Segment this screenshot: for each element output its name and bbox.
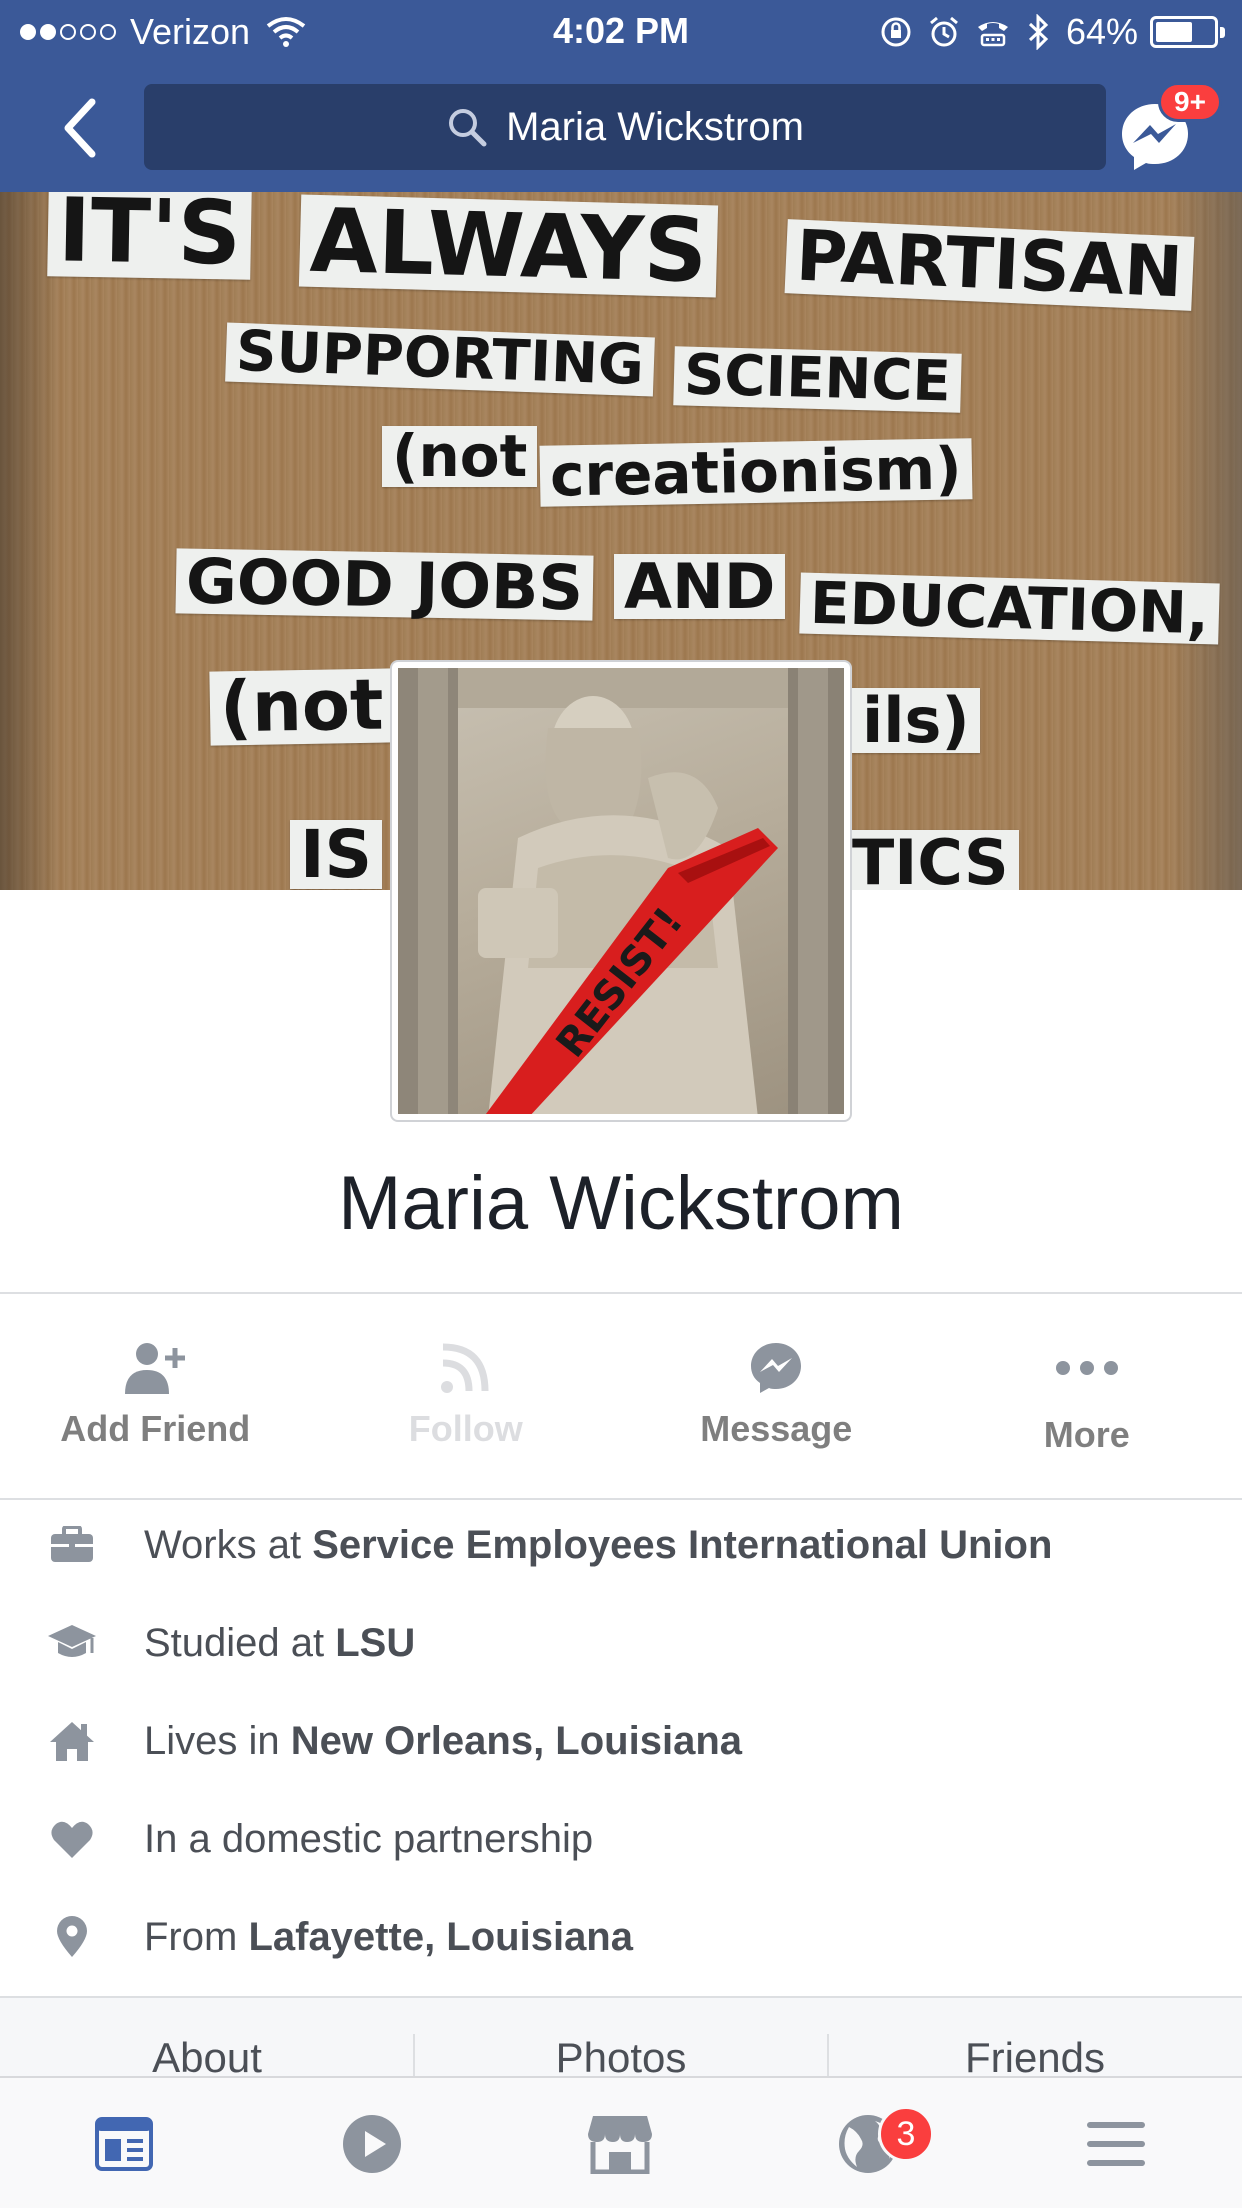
messenger-button[interactable]: 9+ (1118, 82, 1222, 176)
menu-icon (1087, 2122, 1145, 2166)
nav-bar: Maria Wickstrom 9+ (0, 64, 1242, 192)
notifications-badge: 3 (878, 2106, 934, 2162)
intro-work-text: Works at Service Employees International… (144, 1522, 1053, 1567)
intro-hometown-text: From Lafayette, Louisiana (144, 1914, 633, 1959)
sign-word: SUPPORTING (225, 319, 655, 398)
tab-photos[interactable]: Photos (414, 2034, 828, 2076)
tab-menu[interactable] (992, 2078, 1240, 2208)
tab-about[interactable]: About (0, 2034, 414, 2076)
intro-hometown[interactable]: From Lafayette, Louisiana (0, 1892, 1242, 1982)
chevron-left-icon (64, 98, 96, 158)
add-friend-icon (0, 1338, 311, 1398)
sign-word: ALWAYS (298, 192, 719, 302)
tab-video[interactable] (248, 2078, 496, 2208)
follow-label: Follow (408, 1408, 523, 1449)
message-label: Message (700, 1408, 853, 1449)
tab-marketplace[interactable] (496, 2078, 744, 2208)
intro-residence[interactable]: Lives in New Orleans, Louisiana (0, 1696, 1242, 1786)
alarm-icon (929, 16, 958, 47)
follow-button[interactable]: Follow (311, 1296, 622, 1498)
sign-word: AND (614, 554, 786, 619)
sign-word: IS (290, 820, 383, 889)
battery-level (1156, 22, 1192, 42)
news-feed-icon (95, 2117, 153, 2171)
status-bar: Verizon 4:02 PM 64% (0, 0, 1242, 64)
orientation-lock-icon (881, 17, 911, 47)
graduation-cap-icon (42, 1613, 102, 1673)
messenger-icon (621, 1338, 932, 1398)
intro-residence-text: Lives in New Orleans, Louisiana (144, 1718, 742, 1763)
top-header: Verizon 4:02 PM 64% Maria Wickstrom 9+ (0, 0, 1242, 192)
sign-word: (not (209, 664, 395, 748)
messenger-badge: 9+ (1158, 82, 1222, 122)
divider (0, 1292, 1242, 1294)
statue-illustration: RESIST! (398, 668, 844, 1114)
tab-notifications[interactable]: 3 (744, 2078, 992, 2208)
tty-icon (977, 22, 1008, 47)
search-input[interactable]: Maria Wickstrom (144, 84, 1106, 170)
status-right: 64% (864, 10, 1225, 54)
location-pin-icon (42, 1907, 102, 1967)
home-icon (42, 1711, 102, 1771)
marketplace-icon (588, 2116, 652, 2174)
search-text: Maria Wickstrom (506, 104, 804, 149)
sign-word: ils) (852, 688, 980, 753)
add-friend-button[interactable]: Add Friend (0, 1296, 311, 1498)
intro-education[interactable]: Studied at LSU (0, 1598, 1242, 1688)
sign-word: TICS (842, 830, 1019, 890)
profile-name: Maria Wickstrom (338, 1161, 904, 1246)
intro-relationship-text: In a domestic partnership (144, 1816, 594, 1861)
intro-relationship[interactable]: In a domestic partnership (0, 1794, 1242, 1884)
heart-icon (42, 1809, 102, 1869)
back-button[interactable] (40, 88, 120, 168)
intro-work[interactable]: Works at Service Employees International… (0, 1500, 1242, 1590)
sign-word: creationism) (539, 434, 973, 510)
profile-actions: Add Friend Follow Message More (0, 1296, 1242, 1498)
sign-word: SCIENCE (673, 343, 962, 414)
follow-rss-icon (311, 1338, 622, 1398)
add-friend-label: Add Friend (60, 1408, 251, 1449)
sign-word: IT'S (47, 192, 252, 285)
briefcase-icon (42, 1515, 102, 1575)
video-icon (343, 2115, 401, 2173)
bottom-tab-bar: 3 (0, 2076, 1242, 2208)
tab-friends[interactable]: Friends (828, 2034, 1242, 2076)
battery-percent: 64% (1065, 11, 1138, 52)
bluetooth-icon (1028, 14, 1049, 50)
message-button[interactable]: Message (621, 1296, 932, 1498)
sign-word: (not (382, 426, 538, 487)
profile-tabs: About Photos Friends (0, 1996, 1242, 2076)
more-button[interactable]: More (932, 1296, 1242, 1498)
search-icon (449, 109, 487, 147)
tab-news-feed[interactable] (0, 2078, 248, 2208)
sign-word: PARTISAN (784, 215, 1195, 313)
intro-education-text: Studied at LSU (144, 1620, 416, 1665)
sign-word: GOOD JOBS (175, 545, 594, 624)
profile-photo-statue: RESIST! (398, 668, 844, 1114)
profile-picture[interactable]: RESIST! (390, 660, 852, 1122)
more-label: More (1043, 1414, 1130, 1455)
sign-word: EDUCATION, (799, 569, 1220, 647)
more-dots-icon (932, 1338, 1242, 1398)
battery-icon (1150, 16, 1225, 48)
